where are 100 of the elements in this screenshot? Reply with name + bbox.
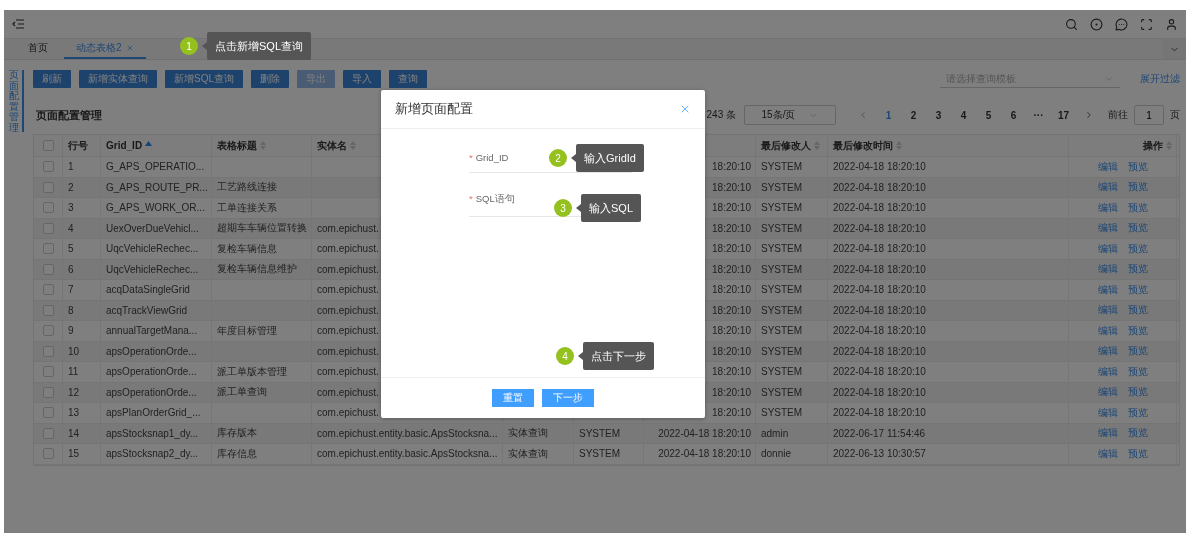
page-size-select[interactable]: 15条/页 (744, 105, 836, 125)
toolbar-button[interactable]: 删除 (251, 70, 289, 88)
fullscreen-icon[interactable] (1140, 17, 1153, 31)
toolbar-button[interactable]: 新增SQL查询 (165, 70, 243, 88)
row-action-link[interactable]: 预览 (1128, 364, 1148, 379)
tab[interactable]: 首页 (16, 39, 60, 59)
toolbar-button[interactable]: 导入 (343, 70, 381, 88)
column-header[interactable]: 实体名 (317, 138, 356, 153)
table-cell: 14 (68, 427, 80, 439)
row-action-link[interactable]: 编辑 (1098, 241, 1118, 256)
row-action-link[interactable]: 预览 (1128, 405, 1148, 420)
row-checkbox[interactable] (43, 345, 54, 357)
side-tab[interactable]: 页面配置管理 (9, 70, 24, 132)
page-number[interactable]: 6 (1001, 109, 1026, 121)
goto-page-field[interactable]: 1 (1134, 105, 1164, 125)
row-checkbox[interactable] (43, 222, 54, 234)
row-action-link[interactable]: 编辑 (1098, 303, 1118, 318)
user-icon[interactable] (1165, 17, 1178, 31)
table-cell: G_APS_WORK_OR... (106, 202, 205, 214)
close-icon[interactable] (125, 44, 134, 52)
table-cell: com.epichust. (317, 407, 379, 419)
table-cell: 2022-04-18 18:20:10 (833, 284, 926, 296)
dialog-button[interactable]: 重置 (492, 389, 534, 407)
page-number[interactable]: 2 (901, 109, 926, 121)
column-header[interactable]: 最后修改人 (761, 138, 820, 153)
page-number[interactable]: 3 (926, 109, 951, 121)
row-action-link[interactable]: 编辑 (1098, 344, 1118, 359)
row-checkbox[interactable] (43, 325, 54, 337)
row-action-link[interactable]: 预览 (1128, 446, 1148, 461)
toolbar-button[interactable]: 新增实体查询 (79, 70, 157, 88)
page-number[interactable]: ··· (1026, 109, 1051, 121)
column-header[interactable]: 最后修改时间 (833, 138, 902, 153)
dialog-button[interactable]: 下一步 (542, 389, 594, 407)
table-cell: 18:20:10 (712, 181, 751, 193)
row-action-link[interactable]: 编辑 (1098, 364, 1118, 379)
table-cell: 18:20:10 (712, 407, 751, 419)
row-checkbox[interactable] (43, 202, 54, 214)
tab[interactable]: 动态表格2 (64, 39, 146, 59)
row-action-link[interactable]: 编辑 (1098, 282, 1118, 297)
row-checkbox[interactable] (43, 243, 54, 255)
row-action-link[interactable]: 预览 (1128, 180, 1148, 195)
row-action-link[interactable]: 编辑 (1098, 262, 1118, 277)
row-action-link[interactable]: 编辑 (1098, 426, 1118, 441)
table-cell: 2022-06-17 11:54:46 (833, 427, 926, 439)
row-action-link[interactable]: 编辑 (1098, 405, 1118, 420)
column-header[interactable]: 表格标题 (217, 138, 266, 153)
table-cell: G_APS_OPERATIO... (106, 161, 205, 173)
row-action-link[interactable]: 预览 (1128, 303, 1148, 318)
table-cell: apsOperationOrde... (106, 345, 197, 357)
row-action-link[interactable]: 预览 (1128, 241, 1148, 256)
page-number[interactable]: 1 (876, 109, 901, 121)
page-number[interactable]: 17 (1051, 109, 1076, 121)
table-cell: 超期车车辆位置转换 (217, 221, 307, 236)
row-action-link[interactable]: 预览 (1128, 159, 1148, 174)
row-action-link[interactable]: 预览 (1128, 323, 1148, 338)
row-checkbox[interactable] (43, 304, 54, 316)
toolbar-button[interactable]: 刷新 (33, 70, 71, 88)
row-action-link[interactable]: 预览 (1128, 221, 1148, 236)
row-action-link[interactable]: 编辑 (1098, 446, 1118, 461)
row-action-link[interactable]: 编辑 (1098, 323, 1118, 338)
table-cell: 2022-04-18 18:20:10 (833, 366, 926, 378)
row-checkbox[interactable] (43, 366, 54, 378)
table-cell: 2022-04-18 18:20:10 (833, 386, 926, 398)
row-checkbox[interactable] (43, 386, 54, 398)
row-checkbox[interactable] (43, 161, 54, 173)
row-action-link[interactable]: 编辑 (1098, 385, 1118, 400)
search-icon[interactable] (1065, 17, 1078, 31)
table-cell: com.epichust. (317, 345, 379, 357)
table-cell: 4 (68, 222, 74, 234)
row-action-link[interactable]: 编辑 (1098, 159, 1118, 174)
toolbar-button[interactable]: 查询 (389, 70, 427, 88)
row-action-link[interactable]: 预览 (1128, 344, 1148, 359)
row-action-link[interactable]: 预览 (1128, 426, 1148, 441)
column-header[interactable]: 行号 (68, 138, 88, 153)
table-cell: 7 (68, 284, 74, 296)
column-header[interactable]: 操作 (1143, 138, 1172, 153)
row-action-link[interactable]: 预览 (1128, 385, 1148, 400)
row-action-link[interactable]: 编辑 (1098, 180, 1118, 195)
collapse-menu-icon[interactable] (12, 19, 24, 29)
page-number[interactable]: 4 (951, 109, 976, 121)
close-icon[interactable] (679, 103, 691, 115)
row-checkbox[interactable] (43, 427, 54, 439)
row-action-link[interactable]: 编辑 (1098, 200, 1118, 215)
row-checkbox[interactable] (43, 407, 54, 419)
table-cell: 18:20:10 (712, 263, 751, 275)
row-action-link[interactable]: 预览 (1128, 200, 1148, 215)
expand-filter-link[interactable]: 展开过滤 (1140, 72, 1180, 86)
row-checkbox[interactable] (43, 181, 54, 193)
row-checkbox[interactable] (43, 263, 54, 275)
row-action-link[interactable]: 预览 (1128, 262, 1148, 277)
record-icon[interactable] (1090, 17, 1103, 31)
chat-icon[interactable] (1115, 17, 1128, 31)
page-number[interactable]: 5 (976, 109, 1001, 121)
row-action-link[interactable]: 预览 (1128, 282, 1148, 297)
table-cell: 13 (68, 407, 80, 419)
row-checkbox[interactable] (43, 448, 54, 460)
row-action-link[interactable]: 编辑 (1098, 221, 1118, 236)
column-header[interactable]: Grid_ID (106, 140, 153, 151)
row-checkbox[interactable] (43, 284, 54, 296)
select-all-checkbox[interactable] (43, 140, 54, 151)
